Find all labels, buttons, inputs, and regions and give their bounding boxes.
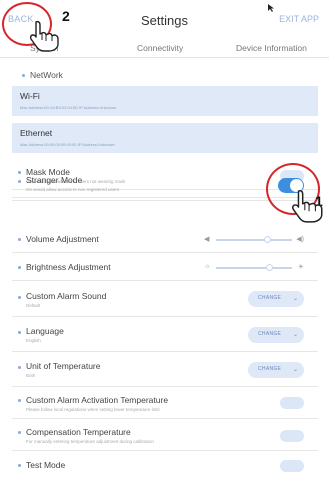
row-bullet <box>18 238 21 241</box>
volume-label: Volume Adjustment <box>26 234 99 244</box>
alarm-activation-label: Custom Alarm Activation Temperature <box>26 395 169 405</box>
alarm-sound-change-button[interactable]: CHANGE ⌄ <box>248 291 304 307</box>
temperature-unit-row: Unit of Temperature Both CHANGE ⌄ <box>12 353 318 387</box>
slider-track <box>216 239 292 241</box>
pointing-hand-icon <box>292 190 323 223</box>
language-label: Language <box>26 326 64 336</box>
exit-app-button[interactable]: EXIT APP <box>279 14 319 24</box>
slider-thumb[interactable] <box>266 264 273 271</box>
network-section-label: NetWork <box>30 70 63 80</box>
row-bullet <box>18 464 21 467</box>
slider-track <box>216 267 292 269</box>
ethernet-card[interactable]: Ethernet Mac Address:00:00:00:00:00:00 I… <box>12 123 318 153</box>
language-row: Language English CHANGE ⌄ <box>12 318 318 352</box>
brightness-label: Brightness Adjustment <box>26 262 111 272</box>
section-bullet <box>22 74 25 77</box>
temperature-unit-change-button[interactable]: CHANGE ⌄ <box>248 362 304 378</box>
chevron-down-icon: ⌄ <box>292 367 298 373</box>
change-label: CHANGE <box>258 366 282 372</box>
annotation-step-2: 2 <box>62 8 70 24</box>
brightness-high-icon: ☀ <box>297 264 304 271</box>
alarm-sound-label: Custom Alarm Sound <box>26 291 107 301</box>
alarm-activation-row: Custom Alarm Activation Temperature Plea… <box>12 389 318 419</box>
compensation-row: Compensation Temperature For manually en… <box>12 421 318 451</box>
brightness-slider[interactable]: ☼ ☀ <box>204 263 304 273</box>
temperature-unit-desc: Both <box>26 373 36 378</box>
volume-high-icon: ◀) <box>296 236 304 243</box>
brightness-low-icon: ☼ <box>204 263 211 270</box>
row-bullet <box>18 399 21 402</box>
row-bullet <box>18 366 21 369</box>
change-label: CHANGE <box>258 295 282 301</box>
pointing-hand-icon <box>29 20 59 52</box>
alarm-activation-desc: Please follow local regulations when set… <box>26 407 160 412</box>
test-mode-toggle[interactable] <box>280 460 304 472</box>
test-mode-label: Test Mode <box>26 460 66 470</box>
volume-slider[interactable]: ◀ ◀) <box>204 235 304 245</box>
stranger-mode-label: Stranger Mode <box>26 175 83 185</box>
mouse-cursor-icon <box>268 4 274 12</box>
compensation-label: Compensation Temperature <box>26 427 131 437</box>
compensation-toggle[interactable] <box>280 430 304 442</box>
alarm-sound-row: Custom Alarm Sound Default CHANGE ⌄ <box>12 283 318 317</box>
volume-low-icon: ◀ <box>204 236 210 243</box>
volume-row: Volume Adjustment ◀ ◀) <box>12 226 318 253</box>
wifi-card[interactable]: Wi-Fi Mac Address:B1:04:B3:01:04:9D IP A… <box>12 86 318 116</box>
row-bullet <box>18 331 21 334</box>
ethernet-name: Ethernet <box>20 128 53 138</box>
stranger-mode-desc: On would allow access to non registered … <box>26 187 120 192</box>
alarm-sound-desc: Default <box>26 303 41 308</box>
ethernet-detail: Mac Address:00:00:00:00:00:00 IP Address… <box>20 142 115 147</box>
language-desc: English <box>26 338 41 343</box>
change-label: CHANGE <box>258 331 282 337</box>
test-mode-row: Test Mode <box>12 453 318 479</box>
compensation-desc: For manually entering temperature adjust… <box>26 439 154 444</box>
tab-connectivity[interactable]: Connectivity <box>137 43 183 53</box>
chevron-down-icon: ⌄ <box>292 332 298 338</box>
wifi-detail: Mac Address:B1:04:B3:01:04:9D IP Address… <box>20 105 117 110</box>
tab-device-information[interactable]: Device Information <box>236 43 307 53</box>
brightness-row: Brightness Adjustment ☼ ☀ <box>12 254 318 281</box>
language-change-button[interactable]: CHANGE ⌄ <box>248 327 304 343</box>
row-bullet <box>18 180 21 183</box>
alarm-activation-toggle[interactable] <box>280 397 304 409</box>
temperature-unit-label: Unit of Temperature <box>26 361 101 371</box>
wifi-name: Wi-Fi <box>20 91 40 101</box>
chevron-down-icon: ⌄ <box>292 296 298 302</box>
row-bullet <box>18 266 21 269</box>
slider-thumb[interactable] <box>264 236 271 243</box>
row-bullet <box>18 431 21 434</box>
row-bullet <box>18 296 21 299</box>
